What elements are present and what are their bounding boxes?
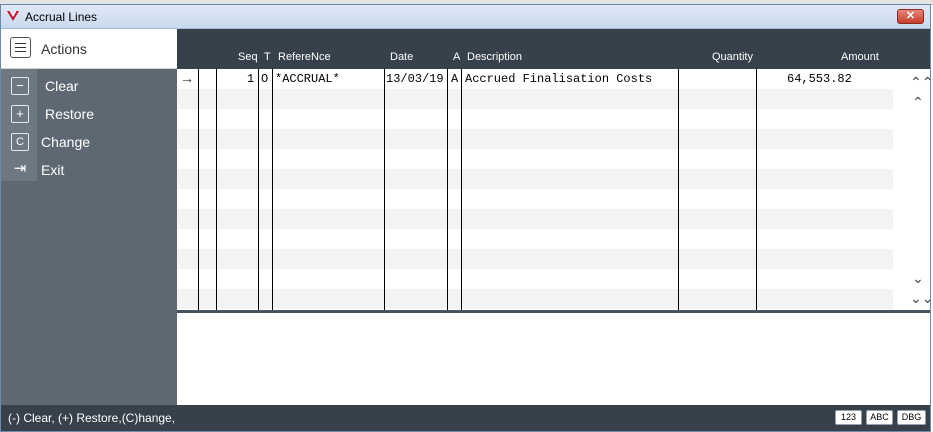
scroll-down-icon[interactable]: ⌄ <box>910 271 926 285</box>
column-header-quantity[interactable]: Quantity <box>712 51 753 63</box>
table-row[interactable] <box>177 229 893 249</box>
column-header-t[interactable]: T <box>264 51 271 63</box>
table-row[interactable] <box>177 209 893 229</box>
column-divider <box>447 69 448 310</box>
grid-body: → 1 O *ACCRUAL* 13/03/19 A Accrued Final… <box>177 69 893 310</box>
column-header-amount[interactable]: Amount <box>841 51 879 63</box>
table-row[interactable] <box>177 289 893 309</box>
scroll-controls: ⌃⌃ ⌃ ⌄ ⌄⌄ <box>906 69 933 310</box>
column-header-reference[interactable]: RefereNce <box>278 51 331 63</box>
table-row[interactable] <box>177 189 893 209</box>
table-row[interactable] <box>177 89 893 109</box>
grid-bottom-border <box>177 310 930 313</box>
plus-box-icon: + <box>11 105 29 123</box>
cell-amount[interactable]: 64,553.82 <box>787 72 852 86</box>
c-box-icon: C <box>11 133 29 151</box>
close-button[interactable]: ✕ <box>897 9 924 24</box>
column-divider <box>756 69 757 310</box>
actions-header[interactable]: Actions <box>1 29 177 69</box>
change-label: Change <box>41 134 91 150</box>
clear-label: Clear <box>45 78 79 94</box>
numeric-mode-badge[interactable]: 123 <box>835 410 862 425</box>
column-header-date[interactable]: Date <box>390 51 413 63</box>
cell-date[interactable]: 13/03/19 <box>386 72 444 86</box>
restore-button[interactable]: + Restore <box>1 101 177 127</box>
column-divider <box>384 69 385 310</box>
actions-label: Actions <box>41 41 87 57</box>
scroll-up-icon[interactable]: ⌃ <box>910 95 926 109</box>
title-bar[interactable]: Accrual Lines ✕ <box>1 5 930 29</box>
status-text: (-) Clear, (+) Restore,(C)hange, <box>8 411 176 425</box>
debug-badge[interactable]: DBG <box>897 410 926 425</box>
accrual-lines-window: Accrual Lines ✕ Actions − Clear + Restor… <box>0 4 933 432</box>
scroll-bottom-icon[interactable]: ⌄⌄ <box>910 291 933 305</box>
column-divider <box>198 69 199 310</box>
exit-label: Exit <box>41 162 65 178</box>
column-divider <box>678 69 679 310</box>
change-button[interactable]: C Change <box>1 129 177 155</box>
actions-sidebar: Actions − Clear + Restore C Change ⇥ Exi… <box>1 29 177 405</box>
hamburger-menu-icon[interactable] <box>10 37 31 58</box>
app-logo-icon <box>7 10 19 21</box>
clear-button[interactable]: − Clear <box>1 73 177 99</box>
cell-a[interactable]: A <box>451 72 458 86</box>
column-divider <box>272 69 273 310</box>
cell-seq[interactable]: 1 <box>247 72 254 86</box>
exit-button[interactable]: ⇥ Exit <box>1 157 177 183</box>
table-row[interactable] <box>177 109 893 129</box>
text-mode-badge[interactable]: ABC <box>866 410 893 425</box>
table-row[interactable] <box>177 249 893 269</box>
grid-header: Seq T RefereNce Date A Description Quant… <box>177 29 930 69</box>
status-bar: (-) Clear, (+) Restore,(C)hange, 123 ABC… <box>1 405 930 431</box>
table-row[interactable] <box>177 269 893 289</box>
exit-arrow-icon: ⇥ <box>13 160 27 177</box>
table-row[interactable]: → 1 O *ACCRUAL* 13/03/19 A Accrued Final… <box>177 69 893 89</box>
table-row[interactable] <box>177 169 893 189</box>
restore-label: Restore <box>45 106 95 122</box>
column-divider <box>461 69 462 310</box>
cell-reference[interactable]: *ACCRUAL* <box>275 72 340 86</box>
scroll-top-icon[interactable]: ⌃⌃ <box>910 75 933 89</box>
minus-box-icon: − <box>11 77 29 95</box>
column-header-seq[interactable]: Seq <box>238 51 258 63</box>
table-row[interactable] <box>177 149 893 169</box>
column-header-a[interactable]: A <box>453 51 460 63</box>
accrual-lines-grid: Seq T RefereNce Date A Description Quant… <box>177 29 933 405</box>
row-pointer-icon: → <box>180 70 194 86</box>
column-header-description[interactable]: Description <box>467 51 522 63</box>
column-divider <box>258 69 259 310</box>
window-title: Accrual Lines <box>25 10 98 24</box>
table-row[interactable] <box>177 129 893 149</box>
cell-description[interactable]: Accrued Finalisation Costs <box>465 72 652 86</box>
cell-t[interactable]: O <box>261 72 268 86</box>
column-divider <box>216 69 217 310</box>
